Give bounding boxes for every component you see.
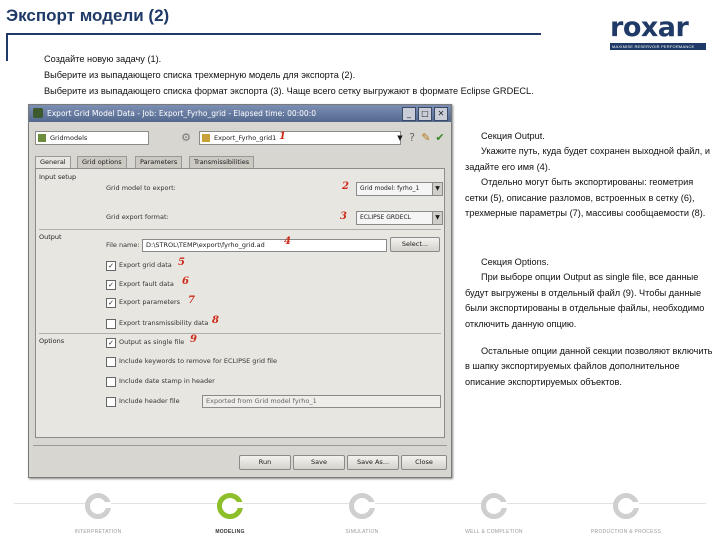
- options-paragraph: При выборе опции Output as single file, …: [465, 272, 705, 329]
- options-heading: Секция Options.: [481, 257, 549, 267]
- window-title: Export Grid Model Data - Job: Export_Fyr…: [47, 109, 317, 118]
- output-single-file-label: Output as single file: [119, 338, 185, 346]
- intro-line: Выберите из выпадающего списка формат эк…: [44, 86, 534, 96]
- section-output: Output: [39, 233, 62, 241]
- checkmark-icon[interactable]: ✔: [433, 131, 447, 145]
- nav-production-process[interactable]: PRODUCTION & PROCESS: [566, 493, 686, 535]
- save-button[interactable]: Save: [293, 455, 345, 470]
- include-header-file-label: Include header file: [119, 397, 180, 405]
- export-fault-data-checkbox[interactable]: ✓: [106, 280, 116, 290]
- marker-3: 3: [340, 211, 347, 222]
- cycle-icon: [349, 493, 375, 519]
- grid-model-label: Grid model to export:: [106, 184, 176, 192]
- export-transmissibility-label: Export transmissibility data: [119, 319, 209, 327]
- marker-4: 4: [284, 236, 291, 247]
- output-section-description: Секция Output. Укажите путь, куда будет …: [465, 129, 713, 221]
- nav-well-completion[interactable]: WELL & COMPLETION: [434, 493, 554, 535]
- output-paragraph: Отдельно могут быть экспортированы: геом…: [465, 177, 706, 219]
- tab-transmissibilities[interactable]: Transmissibilities: [189, 156, 255, 168]
- slide-title: Экспорт модели (2): [6, 6, 170, 25]
- export-parameters-label: Export parameters: [119, 298, 181, 306]
- header-text-input[interactable]: Exported from Grid model fyrho_1: [202, 395, 441, 408]
- job-icon: [202, 134, 210, 142]
- general-tab-panel: Input setup Grid model to export: 2 Grid…: [35, 168, 445, 438]
- nav-interpretation[interactable]: INTERPRETATION: [38, 493, 158, 535]
- cycle-icon: [613, 493, 639, 519]
- select-file-button[interactable]: Select...: [390, 237, 440, 252]
- marker-9: 9: [190, 334, 197, 345]
- export-transmissibility-checkbox[interactable]: [106, 319, 116, 329]
- toolbar: Gridmodels ⚙ Export_Fyrho_grid1 1 ▼ ? ✎ …: [33, 129, 447, 147]
- title-underline: [6, 33, 541, 35]
- output-paragraph: Укажите путь, куда будет сохранен выходн…: [465, 146, 711, 172]
- tab-grid-options[interactable]: Grid options: [77, 156, 127, 168]
- file-name-label: File name:: [106, 241, 140, 249]
- cycle-icon: [85, 493, 111, 519]
- export-format-select[interactable]: ECLIPSE GRDECL ▼: [356, 211, 443, 225]
- minimize-button[interactable]: _: [402, 107, 416, 121]
- save-as-button[interactable]: Save As...: [347, 455, 399, 470]
- gridmodel-icon: [38, 134, 46, 142]
- include-date-stamp-label: Include date stamp in header: [119, 377, 215, 385]
- section-divider: [39, 333, 441, 334]
- intro-text: Создайте новую задачу (1). Выберите из в…: [44, 51, 534, 99]
- export-format-label: Grid export format:: [106, 213, 169, 221]
- output-single-file-checkbox[interactable]: ✓: [106, 338, 116, 348]
- close-button[interactable]: Close: [401, 455, 447, 470]
- roxar-logo: roxar MAXIMISE RESERVOIR PERFORMANCE: [610, 14, 706, 50]
- window-titlebar: Export Grid Model Data - Job: Export_Fyr…: [29, 105, 451, 122]
- include-header-file-checkbox[interactable]: [106, 397, 116, 407]
- nav-modeling[interactable]: MODELING: [170, 493, 290, 535]
- include-keywords-checkbox[interactable]: [106, 357, 116, 367]
- nav-simulation[interactable]: SIMULATION: [302, 493, 422, 535]
- app-icon: [33, 108, 43, 118]
- intro-line: Выберите из выпадающего списка трехмерну…: [44, 70, 356, 80]
- intro-line: Создайте новую задачу (1).: [44, 54, 162, 64]
- export-grid-data-label: Export grid data: [119, 261, 172, 269]
- export-dialog-window: Export Grid Model Data - Job: Export_Fyr…: [28, 104, 452, 478]
- options-paragraph: Остальные опции данной секции позволяют …: [465, 346, 713, 387]
- grid-model-select[interactable]: Grid model: fyrho_1 ▼: [356, 182, 443, 196]
- logo-wordmark: roxar: [610, 12, 689, 43]
- gridmodels-selector[interactable]: Gridmodels: [35, 131, 149, 145]
- maximize-button[interactable]: □: [418, 107, 432, 121]
- export-grid-data-checkbox[interactable]: ✓: [106, 261, 116, 271]
- marker-6: 6: [182, 276, 189, 287]
- marker-8: 8: [212, 315, 219, 326]
- marker-5: 5: [178, 257, 185, 268]
- gear-icon[interactable]: ⚙: [179, 131, 193, 145]
- marker-2: 2: [342, 181, 349, 192]
- marker-1: 1: [279, 131, 286, 142]
- options-section-description: Секция Options. При выборе опции Output …: [465, 255, 713, 390]
- footer-divider: [33, 445, 447, 446]
- chevron-down-icon: ▼: [432, 212, 442, 224]
- section-divider: [39, 229, 441, 230]
- export-parameters-checkbox[interactable]: ✓: [106, 298, 116, 308]
- close-window-button[interactable]: ✕: [434, 107, 448, 121]
- edit-icon[interactable]: ✎: [419, 131, 433, 145]
- export-fault-data-label: Export fault data: [119, 280, 174, 288]
- section-input-setup: Input setup: [39, 173, 77, 181]
- job-name-field[interactable]: Export_Fyrho_grid1: [199, 131, 401, 145]
- include-date-stamp-checkbox[interactable]: [106, 377, 116, 387]
- section-options: Options: [39, 337, 65, 345]
- file-name-input[interactable]: D:\STROL\TEMP\export\fyrho_grid.ad: [142, 239, 387, 252]
- tab-parameters[interactable]: Parameters: [135, 156, 183, 168]
- cycle-icon: [481, 493, 507, 519]
- run-button[interactable]: Run: [239, 455, 291, 470]
- logo-tagline: MAXIMISE RESERVOIR PERFORMANCE: [610, 43, 706, 50]
- include-keywords-label: Include keywords to remove for ECLIPSE g…: [119, 357, 277, 365]
- help-icon[interactable]: ?: [405, 131, 419, 145]
- title-side-rule: [6, 33, 8, 61]
- cycle-icon: [217, 493, 243, 519]
- marker-7: 7: [188, 295, 195, 306]
- chevron-down-icon: ▼: [432, 183, 442, 195]
- output-heading: Секция Output.: [481, 131, 545, 141]
